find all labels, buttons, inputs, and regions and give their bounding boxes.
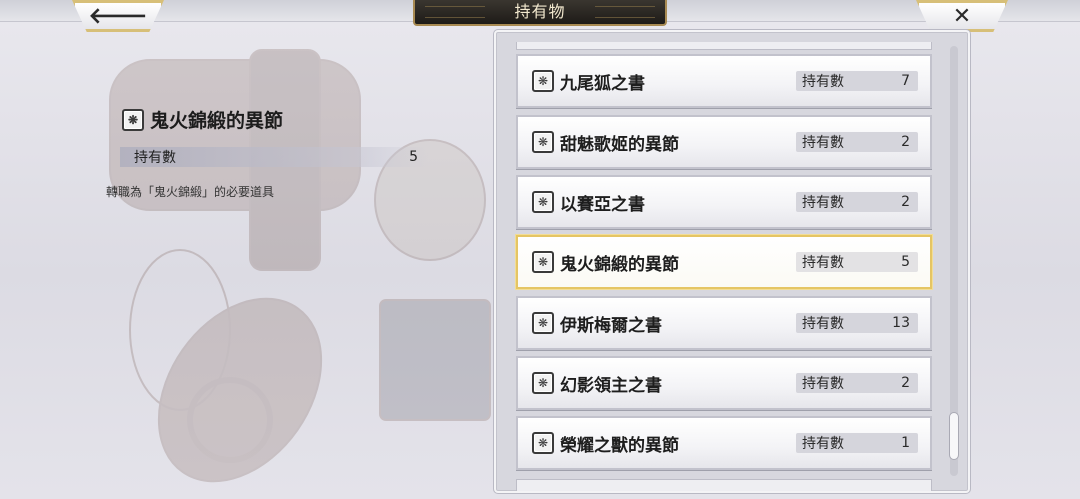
close-icon: ✕ — [952, 3, 972, 29]
item-detail-count-label: 持有數 — [134, 150, 176, 166]
list-item[interactable]: ❋ 幻影領主之書 持有數 2 — [516, 356, 932, 410]
item-count-value: 2 — [901, 194, 910, 210]
item-detail-header: ❋ 鬼火錦緞的異節 — [122, 106, 283, 133]
item-list-panel[interactable]: ❋ 九尾狐之書 持有數 7 ❋ 甜魅歌姬的異節 持有數 2 ❋ 以賽亞之書 持有… — [494, 30, 970, 493]
item-count-value: 2 — [901, 134, 910, 150]
book-icon: ❋ — [532, 191, 554, 213]
item-name: 鬼火錦緞的異節 — [560, 254, 679, 275]
book-icon: ❋ — [122, 108, 144, 131]
item-count-badge: 持有數 2 — [796, 192, 918, 212]
item-name: 以賽亞之書 — [560, 194, 645, 215]
item-count-value: 7 — [901, 73, 910, 89]
item-name: 幻影領主之書 — [560, 375, 662, 396]
item-count-badge: 持有數 2 — [796, 373, 918, 393]
left-arrow-icon: 🡐 — [88, 4, 148, 29]
item-name: 伊斯梅爾之書 — [560, 315, 662, 336]
item-count-badge: 持有數 5 — [796, 252, 918, 272]
item-name: 九尾狐之書 — [560, 73, 645, 94]
item-detail-description: 轉職為「鬼火錦緞」的必要道具 — [106, 185, 275, 199]
item-count-label: 持有數 — [802, 316, 844, 332]
list-item[interactable]: ❋ 九尾狐之書 持有數 7 — [516, 54, 932, 108]
list-item[interactable]: ❋ 榮耀之獸的異節 持有數 1 — [516, 416, 932, 470]
item-count-badge: 持有數 2 — [796, 132, 918, 152]
item-count-value: 2 — [901, 375, 910, 391]
item-count-value: 13 — [892, 315, 910, 331]
item-count-label: 持有數 — [802, 436, 844, 452]
list-item-partial-top — [516, 42, 932, 50]
book-icon: ❋ — [532, 70, 554, 92]
page-title: 持有物 — [413, 0, 667, 26]
item-count-label: 持有數 — [802, 255, 844, 271]
scrollbar-thumb[interactable] — [949, 412, 959, 460]
list-item[interactable]: ❋ 以賽亞之書 持有數 2 — [516, 175, 932, 229]
item-count-value: 1 — [901, 435, 910, 451]
item-count-value: 5 — [901, 254, 910, 270]
item-count-badge: 持有數 13 — [796, 313, 918, 333]
book-icon: ❋ — [532, 312, 554, 334]
book-icon: ❋ — [532, 432, 554, 454]
book-icon: ❋ — [532, 131, 554, 153]
item-name: 榮耀之獸的異節 — [560, 435, 679, 456]
item-count-label: 持有數 — [802, 135, 844, 151]
item-name: 甜魅歌姬的異節 — [560, 134, 679, 155]
book-icon: ❋ — [532, 372, 554, 394]
book-icon: ❋ — [532, 251, 554, 273]
item-count-label: 持有數 — [802, 195, 844, 211]
list-item[interactable]: ❋ 伊斯梅爾之書 持有數 13 — [516, 296, 932, 350]
close-button[interactable]: ✕ — [916, 0, 1008, 32]
item-count-badge: 持有數 1 — [796, 433, 918, 453]
list-item-partial-bottom — [516, 479, 932, 491]
back-button[interactable]: 🡐 — [72, 0, 164, 32]
list-item-selected[interactable]: ❋ 鬼火錦緞的異節 持有數 5 — [516, 235, 932, 289]
item-count-label: 持有數 — [802, 376, 844, 392]
list-item[interactable]: ❋ 甜魅歌姬的異節 持有數 2 — [516, 115, 932, 169]
item-detail-count-bar: 持有數 5 — [120, 147, 428, 167]
item-count-badge: 持有數 7 — [796, 71, 918, 91]
item-count-label: 持有數 — [802, 74, 844, 90]
item-detail-name: 鬼火錦緞的異節 — [150, 110, 284, 132]
item-detail-count-value: 5 — [409, 149, 418, 165]
